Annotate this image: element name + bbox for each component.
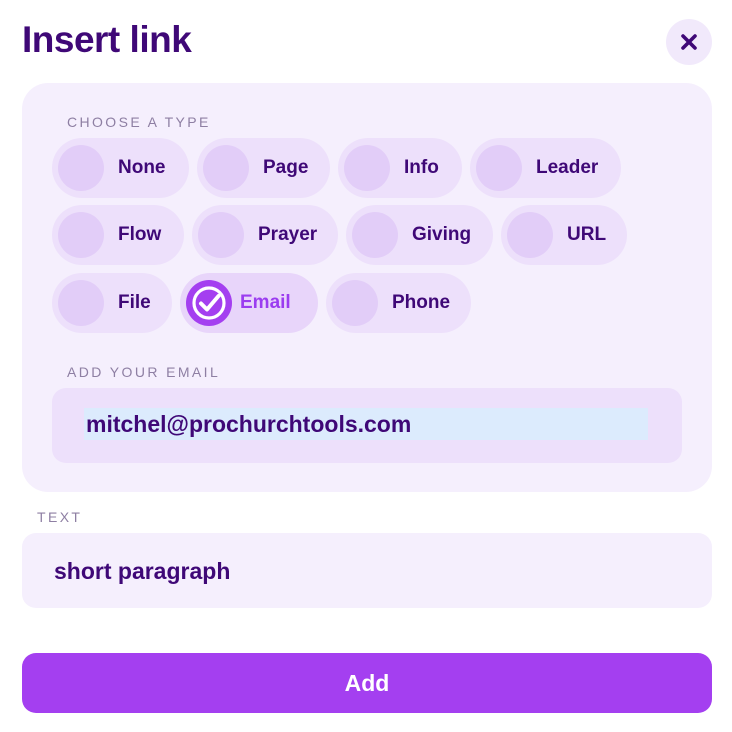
type-option-label: Info [404,157,439,178]
choose-type-label: CHOOSE A TYPE [67,114,211,130]
type-option-page[interactable]: Page [197,138,330,198]
type-option-label: File [118,292,151,313]
radio-circle-icon [352,212,398,258]
close-icon [681,34,697,50]
type-option-label: Page [263,157,309,178]
type-option-email[interactable]: Email [180,273,318,333]
radio-circle-icon [58,212,104,258]
type-option-flow[interactable]: Flow [52,205,184,265]
type-option-phone[interactable]: Phone [326,273,471,333]
email-label: ADD YOUR EMAIL [67,364,221,380]
type-option-label: Email [240,292,291,313]
radio-circle-icon [203,145,249,191]
type-option-label: Giving [412,224,472,245]
radio-circle-icon [332,280,378,326]
radio-circle-icon [58,145,104,191]
type-row-2: Flow Prayer Giving URL [52,205,635,265]
email-field-container [52,388,682,463]
radio-circle-icon [58,280,104,326]
type-option-none[interactable]: None [52,138,189,198]
type-row-1: None Page Info Leader [52,138,629,198]
link-text-input[interactable] [54,554,674,588]
type-panel: CHOOSE A TYPE None Page Info Leader Flow… [22,83,712,492]
radio-circle-icon [198,212,244,258]
type-option-prayer[interactable]: Prayer [192,205,338,265]
type-option-url[interactable]: URL [501,205,627,265]
type-option-label: Leader [536,157,599,178]
type-option-label: URL [567,224,607,245]
type-row-3: File Email Phone [52,273,479,333]
type-option-label: None [118,157,166,178]
type-option-info[interactable]: Info [338,138,462,198]
check-circle-icon [186,280,232,326]
type-option-file[interactable]: File [52,273,172,333]
type-option-label: Prayer [258,224,318,245]
close-button[interactable] [666,19,712,65]
dialog-title: Insert link [22,19,192,60]
type-option-giving[interactable]: Giving [346,205,493,265]
radio-circle-icon [344,145,390,191]
type-option-label: Flow [118,224,162,245]
add-button[interactable]: Add [22,653,712,713]
insert-link-dialog: Insert link CHOOSE A TYPE None Page Info [0,0,732,732]
text-label: TEXT [37,509,83,525]
text-field-container [22,533,712,608]
radio-circle-icon [476,145,522,191]
email-input[interactable] [84,408,648,440]
radio-circle-icon [507,212,553,258]
type-option-label: Phone [392,292,451,313]
type-option-leader[interactable]: Leader [470,138,621,198]
